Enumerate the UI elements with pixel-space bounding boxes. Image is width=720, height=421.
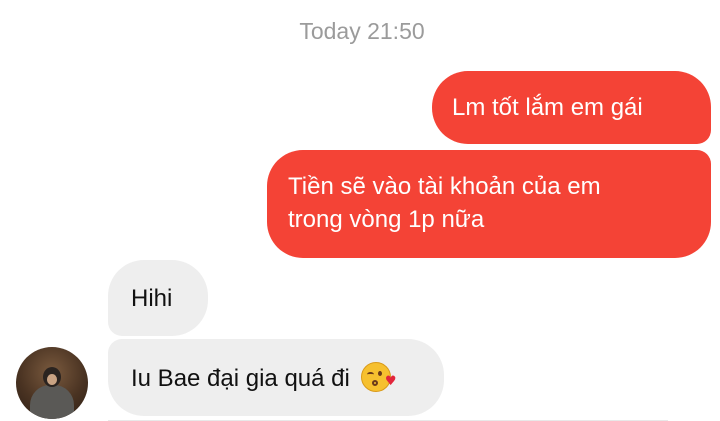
avatar-body-shape [30,385,74,419]
outgoing-message-bubble[interactable]: Tiền sẽ vào tài khoản của em trong vòng … [267,150,711,258]
message-text-line: trong vòng 1p nữa [288,206,485,233]
message-text: Hihi [131,285,173,312]
outgoing-message-bubble[interactable]: Lm tốt lắm em gái [432,71,711,144]
incoming-message-bubble[interactable]: Iu Bae đại gia quá đi ♥ [108,339,444,416]
message-timestamp: Today 21:50 [299,18,425,44]
message-text-line: Tiền sẽ vào tài khoản của em [288,173,601,200]
contact-avatar[interactable] [16,347,88,419]
face-blowing-kiss-icon: ♥ [360,362,397,392]
incoming-message-bubble[interactable]: Hihi [108,260,208,336]
message-text: Lm tốt lắm em gái [452,94,643,121]
avatar-face-shape [47,374,57,385]
message-text: Iu Bae đại gia quá đi [131,365,350,392]
